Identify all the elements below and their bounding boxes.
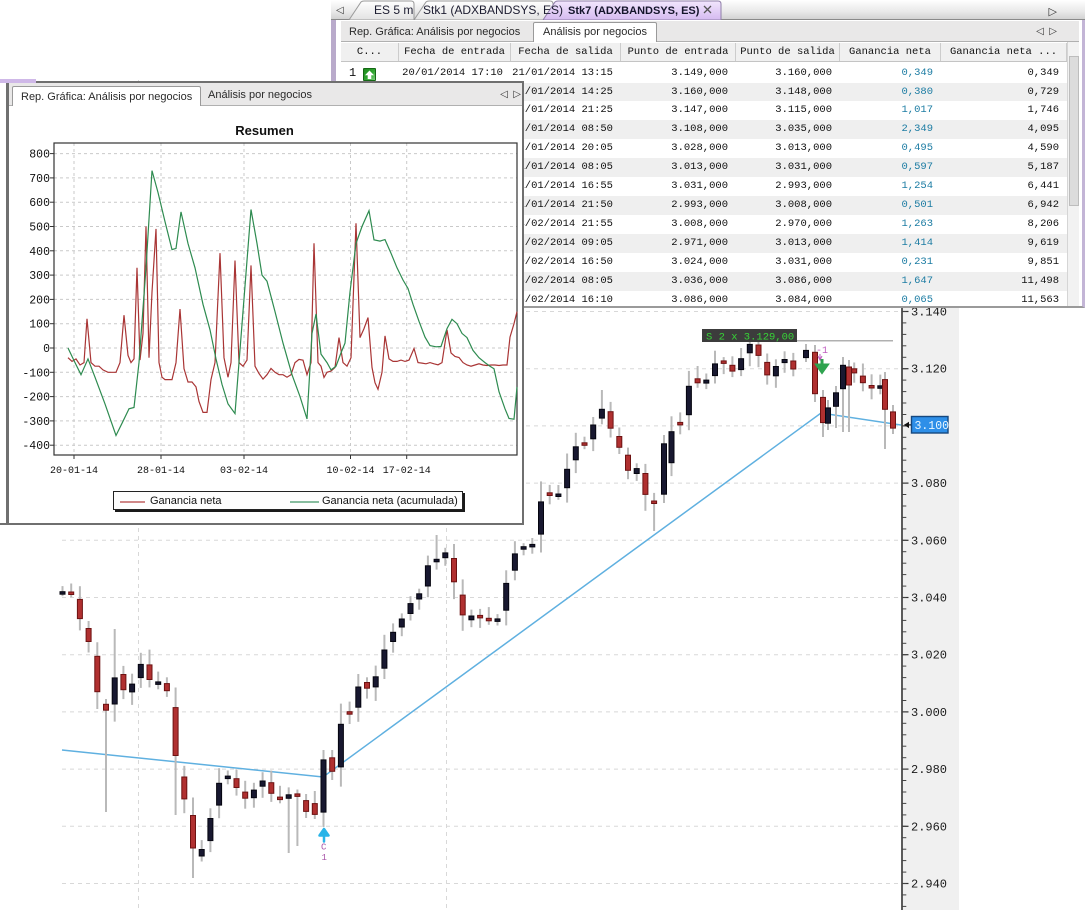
svg-text:ES 5 m: ES 5 m — [374, 3, 413, 17]
svg-text:S 2 x 3.129,00: S 2 x 3.129,00 — [706, 332, 794, 344]
svg-text:03-02-14: 03-02-14 — [220, 466, 268, 477]
svg-text:700: 700 — [29, 173, 50, 186]
svg-text:800: 800 — [29, 149, 50, 162]
svg-text:Stk1 (ADXBANDSYS, ES): Stk1 (ADXBANDSYS, ES) — [423, 3, 563, 17]
svg-text:3.120: 3.120 — [911, 363, 947, 377]
svg-text:300: 300 — [29, 270, 50, 283]
svg-text:-100: -100 — [22, 367, 50, 380]
svg-text:500: 500 — [29, 222, 50, 235]
svg-text:Stk7 (ADXBANDSYS, ES): Stk7 (ADXBANDSYS, ES) — [568, 5, 700, 17]
svg-text:3.000: 3.000 — [911, 706, 947, 720]
svg-text:400: 400 — [29, 246, 50, 259]
svg-text:C: C — [321, 843, 327, 853]
svg-text:3.040: 3.040 — [911, 592, 947, 606]
svg-text:600: 600 — [29, 197, 50, 210]
svg-text:-400: -400 — [22, 440, 50, 453]
svg-text:2.960: 2.960 — [911, 820, 947, 834]
svg-text:2.980: 2.980 — [911, 763, 947, 777]
svg-text:28-01-14: 28-01-14 — [137, 466, 185, 477]
svg-text:3.060: 3.060 — [911, 534, 947, 548]
svg-text:3.080: 3.080 — [911, 477, 947, 491]
svg-text:0: 0 — [43, 343, 50, 356]
svg-text:-1: -1 — [816, 346, 828, 357]
svg-text:3.020: 3.020 — [911, 649, 947, 663]
svg-text:-300: -300 — [22, 416, 50, 429]
svg-text:1: 1 — [322, 853, 327, 863]
svg-text:2.940: 2.940 — [911, 878, 947, 892]
svg-text:17-02-14: 17-02-14 — [383, 466, 431, 477]
svg-text:3.100: 3.100 — [915, 420, 950, 433]
svg-text:200: 200 — [29, 294, 50, 307]
svg-text:20-01-14: 20-01-14 — [50, 466, 98, 477]
svg-text:100: 100 — [29, 319, 50, 332]
svg-text:10-02-14: 10-02-14 — [326, 466, 374, 477]
svg-text:-200: -200 — [22, 392, 50, 405]
